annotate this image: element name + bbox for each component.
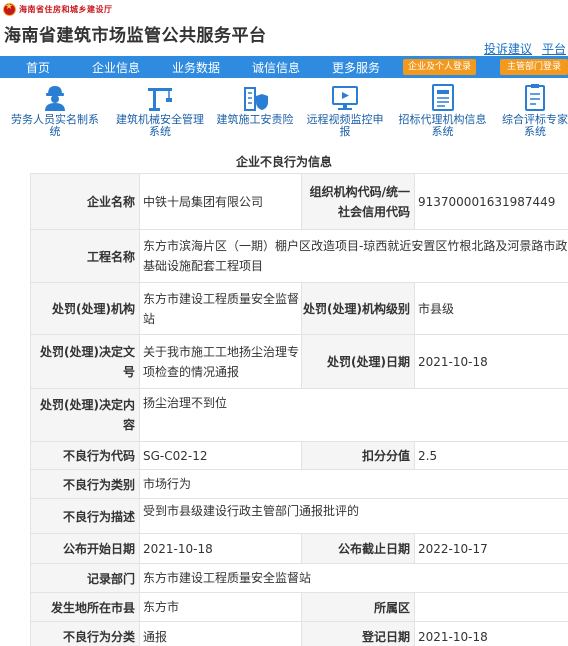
quick-link-machinery-safety[interactable]: 建筑机械安全管理 系统 xyxy=(110,80,210,144)
main-nav: 首页 企业信息 业务数据 诚信信息 更多服务 企业及个人登录 主管部门登录 xyxy=(0,56,568,78)
behavior-desc-value: 受到市县级建设行政主管部门通报批评的 xyxy=(139,498,568,534)
publish-start-value: 2021-10-18 xyxy=(139,533,302,564)
penalty-date-value: 2021-10-18 xyxy=(414,334,568,389)
record-dept-label: 记录部门 xyxy=(30,563,140,593)
national-emblem-icon xyxy=(3,2,16,16)
penalty-org-level-value: 市县级 xyxy=(414,282,568,335)
table-row: 处罚(处理)决定文号 关于我市施工工地扬尘治理专项检查的情况通报 处罚(处理)日… xyxy=(30,334,568,389)
platform-link[interactable]: 平台 xyxy=(542,40,566,57)
nav-home[interactable]: 首页 xyxy=(0,59,76,76)
decision-doc-value: 关于我市施工工地扬尘治理专项检查的情况通报 xyxy=(139,334,302,389)
nav-enterprise-info[interactable]: 企业信息 xyxy=(76,59,156,76)
behavior-desc-label: 不良行为描述 xyxy=(30,498,140,534)
behavior-category-value: 市场行为 xyxy=(139,469,568,499)
score-label: 扣分分值 xyxy=(301,441,415,470)
table-row: 记录部门 东方市建设工程质量安全监督站 xyxy=(30,563,568,593)
table-row: 不良行为类别 市场行为 xyxy=(30,469,568,499)
bad-behavior-table: 企业名称 中铁十局集团有限公司 组织机构代码/统一社会信用代码 91370000… xyxy=(30,173,568,646)
enterprise-login-button[interactable]: 企业及个人登录 xyxy=(403,59,476,75)
header: 海南省住房和城乡建设厅 海南省建筑市场监管公共服务平台 投诉建议 平台 xyxy=(0,0,568,56)
publish-end-label: 公布截止日期 xyxy=(301,533,415,564)
behavior-code-value: SG-C02-12 xyxy=(139,441,302,470)
quick-link-bidding-agency[interactable]: 招标代理机构信息 系统 xyxy=(390,80,495,144)
penalty-date-label: 处罚(处理)日期 xyxy=(301,334,415,389)
department-name: 海南省住房和城乡建设厅 xyxy=(19,4,113,14)
penalty-org-label: 处罚(处理)机构 xyxy=(30,282,140,335)
publish-start-label: 公布开始日期 xyxy=(30,533,140,564)
behavior-type-label: 不良行为分类 xyxy=(30,621,140,646)
project-value: 东方市滨海片区（一期）棚户区改造项目-琼西就近安置区竹根北路及河景路市政基础设施… xyxy=(139,229,568,283)
behavior-category-label: 不良行为类别 xyxy=(30,469,140,499)
crane-icon xyxy=(148,88,172,111)
nav-credit-info[interactable]: 诚信信息 xyxy=(236,59,316,76)
credit-code-label: 组织机构代码/统一社会信用代码 xyxy=(301,173,415,230)
record-dept-value: 东方市建设工程质量安全监督站 xyxy=(139,563,568,593)
city-value: 东方市 xyxy=(139,592,302,622)
shield-building-icon xyxy=(244,87,268,111)
table-row: 处罚(处理)决定内容 扬尘治理不到位 xyxy=(30,388,568,442)
admin-login-button[interactable]: 主管部门登录 xyxy=(500,59,568,75)
quick-link-safety-insurance[interactable]: 建筑施工安责险 xyxy=(210,80,300,144)
project-label: 工程名称 xyxy=(30,229,140,283)
monitor-video-icon xyxy=(332,86,358,110)
company-label: 企业名称 xyxy=(30,173,140,230)
behavior-code-label: 不良行为代码 xyxy=(30,441,140,470)
quick-link-video-monitoring[interactable]: 远程视频监控申 报 xyxy=(300,80,390,144)
complaint-link[interactable]: 投诉建议 xyxy=(484,40,532,57)
city-label: 发生地所在市县 xyxy=(30,592,140,622)
credit-code-value: 913700001631987449 xyxy=(414,173,568,230)
table-row: 不良行为分类 通报 登记日期 2021-10-18 xyxy=(30,621,568,646)
table-row: 企业名称 中铁十局集团有限公司 组织机构代码/统一社会信用代码 91370000… xyxy=(30,173,568,230)
section-title: 企业不良行为信息 xyxy=(235,155,332,169)
table-row: 公布开始日期 2021-10-18 公布截止日期 2022-10-17 xyxy=(30,533,568,564)
table-row: 发生地所在市县 东方市 所属区 xyxy=(30,592,568,622)
document-list-icon xyxy=(431,84,454,111)
decision-content-value: 扬尘治理不到位 xyxy=(139,388,568,442)
register-date-label: 登记日期 xyxy=(301,621,415,646)
nav-business-data[interactable]: 业务数据 xyxy=(156,59,236,76)
publish-end-value: 2022-10-17 xyxy=(414,533,568,564)
score-value: 2.5 xyxy=(414,441,568,470)
decision-content-label: 处罚(处理)决定内容 xyxy=(30,388,140,442)
worker-icon xyxy=(45,86,65,111)
district-value xyxy=(414,592,568,622)
clipboard-icon xyxy=(525,84,545,111)
behavior-type-value: 通报 xyxy=(139,621,302,646)
company-value: 中铁十局集团有限公司 xyxy=(139,173,302,230)
penalty-org-value: 东方市建设工程质量安全监督站 xyxy=(139,282,302,335)
penalty-org-level-label: 处罚(处理)机构级别 xyxy=(301,282,415,335)
department-logo: 海南省住房和城乡建设厅 xyxy=(3,2,113,16)
district-label: 所属区 xyxy=(301,592,415,622)
site-title: 海南省建筑市场监管公共服务平台 xyxy=(4,26,267,46)
top-links: 投诉建议 平台 xyxy=(484,40,566,57)
decision-doc-label: 处罚(处理)决定文号 xyxy=(30,334,140,389)
table-row: 工程名称 东方市滨海片区（一期）棚户区改造项目-琼西就近安置区竹根北路及河景路市… xyxy=(30,229,568,283)
register-date-value: 2021-10-18 xyxy=(414,621,568,646)
quick-links: 劳务人员实名制系 统 建筑机械安全管理 系统 建筑施工安责险 远程视频监控申 报… xyxy=(0,80,568,144)
table-row: 不良行为代码 SG-C02-12 扣分分值 2.5 xyxy=(30,441,568,470)
quick-link-expert-system[interactable]: 综合评标专家 系统 xyxy=(495,80,568,144)
table-row: 不良行为描述 受到市县级建设行政主管部门通报批评的 xyxy=(30,498,568,534)
table-row: 处罚(处理)机构 东方市建设工程质量安全监督站 处罚(处理)机构级别 市县级 xyxy=(30,282,568,335)
nav-more-services[interactable]: 更多服务 xyxy=(316,59,396,76)
quick-link-labor-realname[interactable]: 劳务人员实名制系 统 xyxy=(0,80,110,144)
